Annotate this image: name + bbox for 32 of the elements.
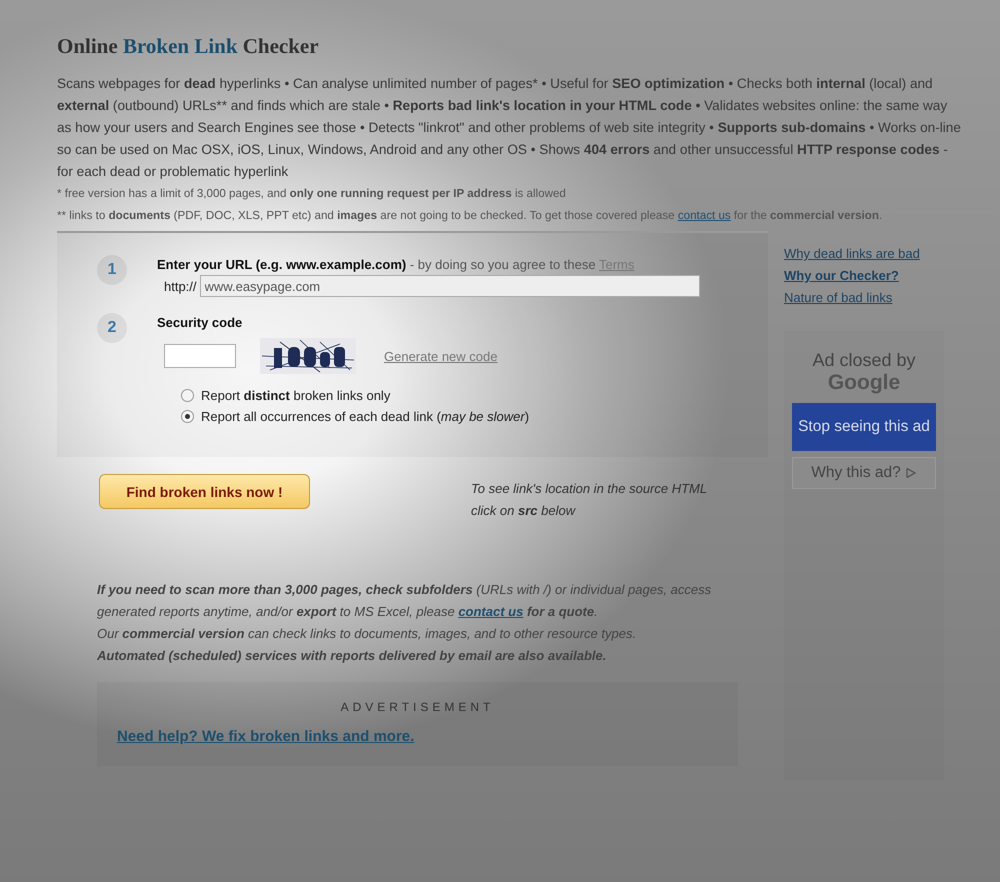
contact-link[interactable]: contact us (458, 604, 524, 619)
ad-closed-text: Ad closed by (812, 350, 916, 371)
page-title: Online Broken Link Checker (57, 34, 320, 59)
step-number: 2 (97, 313, 127, 343)
url-prefix: http:// (164, 278, 197, 294)
contact-link[interactable]: contact us (678, 209, 731, 222)
sidebar-link[interactable]: Why dead links are bad (784, 243, 944, 265)
help-link[interactable]: Need help? We fix broken links and more. (117, 728, 414, 745)
radio-button[interactable] (181, 389, 194, 402)
info-text: Automated (scheduled) services with reports delivered by email are also available. (97, 647, 608, 665)
code-field[interactable] (164, 344, 236, 368)
footnote: ** links to documents (PDF, DOC, XLS, PPT etc) and images are not going to be checked. To get those covered please contact us for the commercial version. (57, 208, 884, 224)
radio-button[interactable] (181, 410, 194, 423)
play-icon (904, 467, 917, 479)
info-text: If you need to scan more than 3,000 pages, check subfolders (URLs with /) or individual pages, access generated reports anytime, and/or export to MS Excel, please contact us for a quote. (97, 581, 712, 621)
find-links-button[interactable]: Find broken links now ! (99, 474, 310, 509)
option-label: Report all occurrences of each dead link (may be slower) (201, 409, 530, 424)
security-code-label: Security code (157, 315, 244, 330)
source-hint-text: To see link's location in the source HTML click on src below (471, 480, 708, 520)
why-ad-button[interactable]: Why this ad? (792, 457, 936, 489)
description-paragraph: Scans webpages for dead hyperlinks • Can analyse unlimited number of pages* • Useful for SEO optimization • Checks both internal (local) and external (outbound) URLs** and finds which are stale • Reports bad link's location in your HTML code • Validates websites online: the same way as how your users and Search Engines see those • Detects "linkrot" and other problems of web site integrity • Supports sub-domains • Works on-line so can be used on Mac OSX, iOS, Linux, Windows, Android and any other OS • Shows 404 errors and other unsuccessful HTTP response codes - for each dead or problematic hyperlink (57, 75, 962, 181)
footnote: * free version has a limit of 3,000 pages, and only one running request per IP address is allowed (57, 186, 567, 202)
option-label: Report distinct broken links only (201, 388, 390, 403)
step-number: 1 (97, 255, 127, 285)
url-label: Enter your URL (e.g. www.example.com) - by doing so you agree to these (157, 257, 597, 272)
advertisement-label: ADVERTISEMENT (340, 700, 496, 714)
generate-code-link[interactable]: Generate new code (384, 348, 498, 364)
info-text: Our commercial version can check links to documents, images, and to other resource types. (97, 625, 638, 643)
sidebar-link[interactable]: Nature of bad links (784, 287, 944, 309)
sidebar-link[interactable]: Why our Checker? (784, 265, 944, 287)
stop-ad-button[interactable]: Stop seeing this ad (792, 403, 936, 451)
url-field[interactable]: www.easypage.com (200, 275, 700, 297)
